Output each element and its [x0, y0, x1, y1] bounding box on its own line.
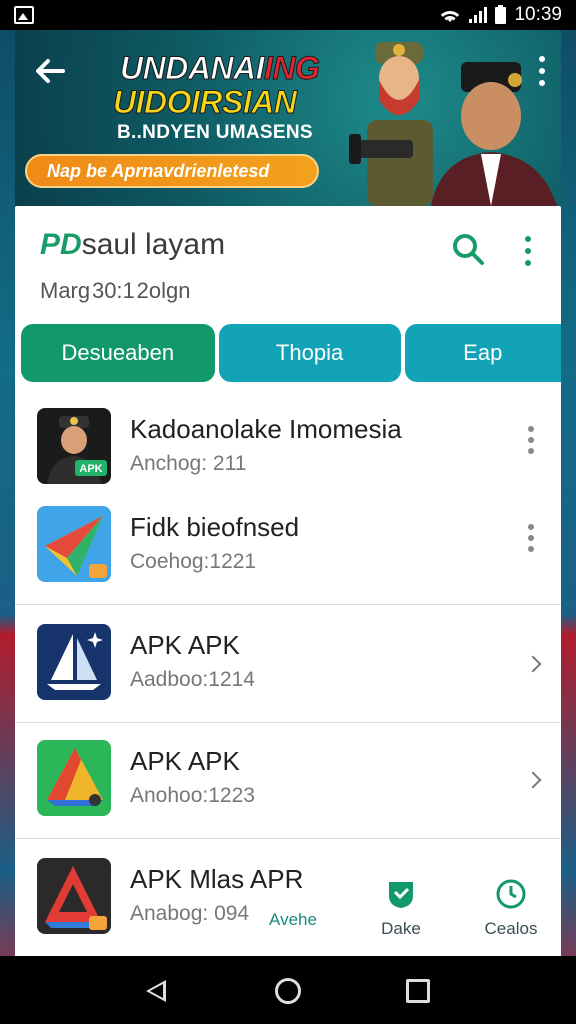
- list-item[interactable]: APK APK Aadboo:1214: [15, 624, 561, 722]
- clock-time: 10:39: [514, 4, 562, 25]
- nav-back-icon[interactable]: [146, 980, 166, 1002]
- wifi-icon: [439, 7, 462, 23]
- nav-home-icon[interactable]: [275, 978, 301, 1004]
- list-item[interactable]: Fidk bieofnsed Coehog:1221: [15, 506, 561, 604]
- app-meta: Aadboo:1214: [130, 668, 255, 691]
- banner-cta-pill[interactable]: Nap be Aprnavdrienletesd: [25, 154, 319, 188]
- tab-eap[interactable]: Eap: [404, 324, 561, 382]
- gallery-notification-icon: [14, 6, 34, 24]
- tab-bar: Desueaben Thopia Eap: [21, 324, 561, 382]
- tab-desueaben[interactable]: Desueaben: [21, 324, 215, 382]
- item-overflow-menu[interactable]: [528, 524, 534, 557]
- app-title: Fidk bieofnsed: [130, 512, 300, 542]
- battery-icon: [495, 4, 507, 24]
- soldier-apk-icon: APK: [37, 408, 111, 484]
- item-overflow-menu[interactable]: [528, 426, 534, 459]
- app-meta: Anohoo:1223: [130, 784, 255, 807]
- app-meta: Coehog:1221: [130, 550, 257, 573]
- app-list: APK Kadoanolake Imomesia Anchog: 211 Fid…: [15, 390, 561, 956]
- divider: [15, 838, 561, 839]
- bottom-tab-avehe[interactable]: Avehe: [265, 906, 321, 930]
- chevron-right-icon: [524, 771, 542, 789]
- shield-check-icon: [389, 882, 413, 908]
- banner-subtitle: B..NDYEN UMASENS: [117, 122, 313, 143]
- signal-icon: [469, 7, 488, 23]
- banner-title-line2: UIDOIRSIAN: [112, 84, 297, 121]
- status-bar: 10:39: [0, 0, 576, 30]
- banner-title-line1: UNDANAIING: [119, 50, 320, 87]
- bottom-tab-dake[interactable]: Dake: [375, 878, 427, 939]
- banner-overflow-menu[interactable]: [539, 56, 545, 86]
- app-title: APK APK: [130, 746, 240, 776]
- app-meta: Anabog: 094: [130, 902, 250, 925]
- chevron-right-icon: [524, 655, 542, 673]
- bottom-tab-cealos[interactable]: Cealos: [479, 878, 543, 939]
- system-nav-bar: [0, 956, 576, 1024]
- status-icons: 10:39: [439, 4, 562, 26]
- promo-banner[interactable]: UNDANAIING UIDOIRSIAN B..NDYEN UMASENS N…: [15, 30, 561, 206]
- tab-thopia[interactable]: Thopia: [218, 324, 401, 382]
- header-overflow-menu[interactable]: [525, 236, 531, 272]
- search-icon[interactable]: [451, 232, 485, 266]
- folded-ribbon-icon: [37, 506, 111, 582]
- sailboat-icon: [37, 624, 111, 700]
- triangle-logo-icon: [37, 740, 111, 816]
- page-subtitle: Marg 30:1 2olgn: [40, 278, 191, 303]
- nav-recents-icon[interactable]: [406, 979, 430, 1003]
- clock-icon: [496, 879, 526, 909]
- main-card: PDsaul layam Marg 30:1 2olgn Desueaben T…: [15, 206, 561, 956]
- list-item[interactable]: APK Kadoanolake Imomesia Anchog: 211: [15, 408, 561, 506]
- app-title: Kadoanolake Imomesia: [130, 414, 402, 444]
- app-title: APK APK: [130, 630, 240, 660]
- divider: [15, 604, 561, 605]
- app-title: APK Mlas APR: [130, 864, 304, 894]
- list-item[interactable]: APK APK Anohoo:1223: [15, 740, 561, 838]
- divider: [15, 722, 561, 723]
- red-triangle-icon: [37, 858, 111, 934]
- page-title: PDsaul layam: [40, 228, 226, 261]
- back-arrow-icon[interactable]: [33, 54, 67, 88]
- app-meta: Anchog: 211: [130, 452, 247, 475]
- apk-badge-label: APK: [79, 463, 102, 475]
